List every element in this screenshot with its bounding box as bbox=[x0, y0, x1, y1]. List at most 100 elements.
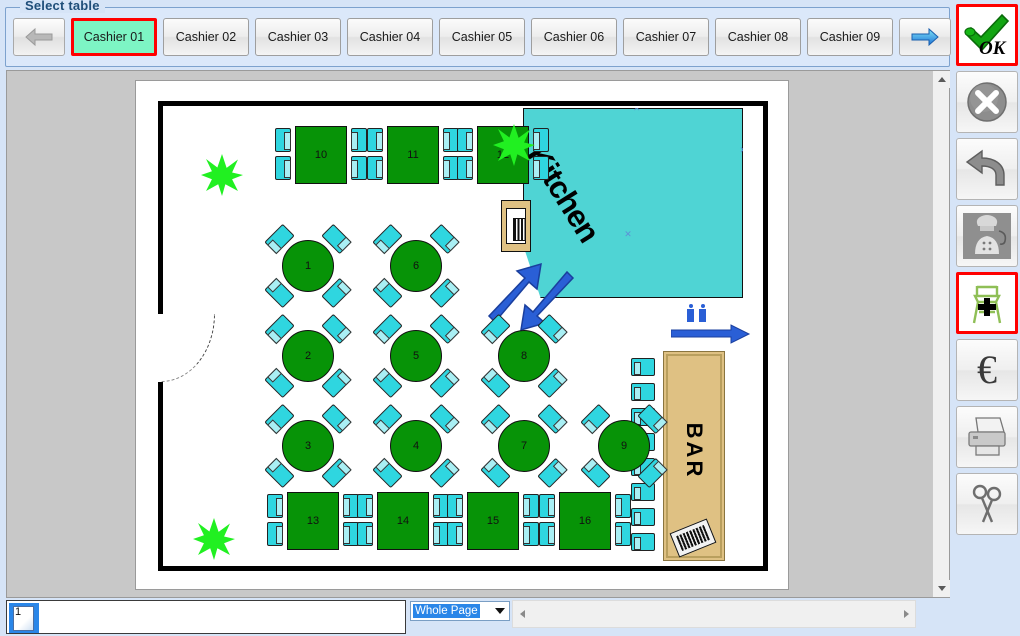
chair[interactable] bbox=[357, 522, 373, 546]
table-top[interactable]: 3 bbox=[282, 420, 334, 472]
table-top[interactable]: 2 bbox=[282, 330, 334, 382]
floorplan-page[interactable]: Kitchen ✕ ✕ ✕ bbox=[135, 80, 789, 590]
chair[interactable] bbox=[357, 494, 373, 518]
bar-counter[interactable]: BAR bbox=[663, 351, 725, 561]
next-cashier-button[interactable] bbox=[899, 18, 951, 56]
table-13[interactable]: 13 bbox=[265, 492, 361, 550]
chair[interactable] bbox=[267, 522, 283, 546]
table-1[interactable]: 1 bbox=[263, 222, 353, 310]
vertical-scrollbar[interactable] bbox=[932, 71, 949, 597]
scroll-down-button[interactable] bbox=[933, 580, 950, 597]
table-7[interactable]: 7 bbox=[479, 402, 569, 490]
table-14[interactable]: 14 bbox=[355, 492, 451, 550]
bar-stool[interactable] bbox=[631, 383, 655, 401]
chair[interactable] bbox=[275, 156, 291, 180]
table-2[interactable]: 2 bbox=[263, 312, 353, 400]
table-15[interactable]: 15 bbox=[445, 492, 541, 550]
chair[interactable] bbox=[533, 156, 549, 180]
cashier-tab-4[interactable]: Cashier 04 bbox=[347, 18, 433, 56]
door-swing-arc bbox=[161, 314, 215, 382]
table-top[interactable]: 11 bbox=[387, 126, 439, 184]
ok-button[interactable]: OK bbox=[956, 4, 1018, 66]
register-icon bbox=[506, 208, 526, 244]
table-top[interactable]: 14 bbox=[377, 492, 429, 550]
table-top[interactable]: 5 bbox=[390, 330, 442, 382]
cashier-tab-2[interactable]: Cashier 02 bbox=[163, 18, 249, 56]
chair[interactable] bbox=[447, 494, 463, 518]
add-table-button[interactable] bbox=[956, 272, 1018, 334]
print-button[interactable] bbox=[956, 406, 1018, 468]
table-top[interactable]: 6 bbox=[390, 240, 442, 292]
scroll-up-button[interactable] bbox=[933, 71, 950, 88]
prev-cashier-button[interactable] bbox=[13, 18, 65, 56]
chair[interactable] bbox=[539, 522, 555, 546]
table-top[interactable]: 9 bbox=[598, 420, 650, 472]
cashier-tab-6[interactable]: Cashier 06 bbox=[531, 18, 617, 56]
kitchen-handle-center[interactable]: ✕ bbox=[624, 229, 632, 240]
horizontal-scrollbar[interactable] bbox=[512, 600, 916, 628]
table-4[interactable]: 4 bbox=[371, 402, 461, 490]
plant-star-icon-1[interactable] bbox=[201, 154, 243, 196]
bar-stool[interactable] bbox=[631, 533, 655, 551]
table-16[interactable]: 16 bbox=[537, 492, 633, 550]
chair[interactable] bbox=[615, 494, 631, 518]
table-top[interactable]: 10 bbox=[295, 126, 347, 184]
table-top[interactable]: 8 bbox=[498, 330, 550, 382]
chair[interactable] bbox=[615, 522, 631, 546]
table-9[interactable]: 9 bbox=[579, 402, 669, 490]
table-top[interactable]: 7 bbox=[498, 420, 550, 472]
cut-button[interactable] bbox=[956, 473, 1018, 535]
payment-button[interactable]: € bbox=[956, 339, 1018, 401]
chair[interactable] bbox=[267, 494, 283, 518]
page-tab-1[interactable]: 1 bbox=[9, 603, 39, 633]
bar-label: BAR bbox=[681, 423, 707, 480]
table-3[interactable]: 3 bbox=[263, 402, 353, 490]
page-tabs-area[interactable]: 1 bbox=[6, 600, 406, 634]
arrow-right-icon bbox=[910, 27, 940, 47]
cashier-tab-1[interactable]: Cashier 01 bbox=[71, 18, 157, 56]
undo-button[interactable] bbox=[956, 138, 1018, 200]
floorplan-canvas[interactable]: Kitchen ✕ ✕ ✕ bbox=[6, 70, 950, 598]
cashier-tab-5[interactable]: Cashier 05 bbox=[439, 18, 525, 56]
chair[interactable] bbox=[447, 522, 463, 546]
table-8[interactable]: 8 bbox=[479, 312, 569, 400]
bar-stool[interactable] bbox=[631, 508, 655, 526]
waiter-button[interactable] bbox=[956, 205, 1018, 267]
pos-register-station[interactable] bbox=[501, 200, 531, 252]
cashier-tab-7[interactable]: Cashier 07 bbox=[623, 18, 709, 56]
chef-waiter-icon bbox=[963, 213, 1011, 259]
table-top[interactable]: 4 bbox=[390, 420, 442, 472]
stool-plus-icon bbox=[963, 280, 1011, 326]
cashier-tab-9[interactable]: Cashier 09 bbox=[807, 18, 893, 56]
cashier-tab-3[interactable]: Cashier 03 bbox=[255, 18, 341, 56]
zoom-level-select[interactable]: Whole Page bbox=[410, 601, 510, 621]
svg-text:OK: OK bbox=[979, 38, 1007, 58]
printer-icon bbox=[964, 416, 1010, 458]
cancel-button[interactable] bbox=[956, 71, 1018, 133]
chair[interactable] bbox=[367, 156, 383, 180]
scroll-right-button[interactable] bbox=[897, 601, 915, 627]
zoom-level-value: Whole Page bbox=[413, 604, 480, 618]
plant-star-icon-3[interactable] bbox=[193, 518, 235, 560]
chair[interactable] bbox=[539, 494, 555, 518]
table-10[interactable]: 10 bbox=[273, 126, 369, 184]
table-top[interactable]: 16 bbox=[559, 492, 611, 550]
undo-arrow-icon bbox=[964, 147, 1010, 191]
chair[interactable] bbox=[533, 128, 549, 152]
action-toolbar: OK bbox=[954, 4, 1020, 540]
table-6[interactable]: 6 bbox=[371, 222, 461, 310]
chair[interactable] bbox=[457, 128, 473, 152]
table-5[interactable]: 5 bbox=[371, 312, 461, 400]
cashier-tab-8[interactable]: Cashier 08 bbox=[715, 18, 801, 56]
kitchen-handle-right[interactable]: ✕ bbox=[739, 145, 747, 156]
table-11[interactable]: 11 bbox=[365, 126, 461, 184]
kitchen-handle-top[interactable]: ✕ bbox=[633, 103, 641, 114]
table-top[interactable]: 1 bbox=[282, 240, 334, 292]
bar-stool[interactable] bbox=[631, 358, 655, 376]
chair[interactable] bbox=[367, 128, 383, 152]
table-top[interactable]: 13 bbox=[287, 492, 339, 550]
chair[interactable] bbox=[457, 156, 473, 180]
table-top[interactable]: 15 bbox=[467, 492, 519, 550]
chair[interactable] bbox=[275, 128, 291, 152]
scroll-left-button[interactable] bbox=[513, 601, 531, 627]
